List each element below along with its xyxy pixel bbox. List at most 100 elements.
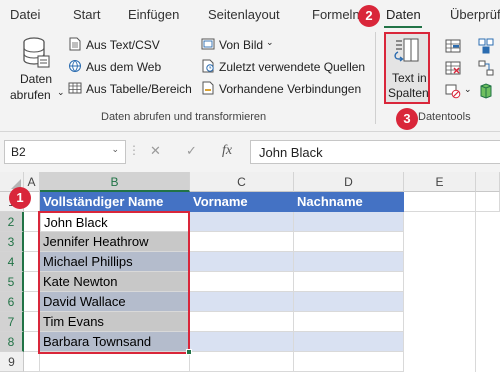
flash-fill-icon[interactable] bbox=[445, 38, 461, 54]
table-cell-first-name[interactable] bbox=[190, 212, 294, 232]
cell[interactable] bbox=[24, 292, 40, 312]
formula-buttons: ✕ ✓ fx bbox=[138, 140, 248, 164]
text-to-columns-button[interactable]: Text in Spalten bbox=[384, 32, 430, 104]
group-separator bbox=[375, 32, 376, 124]
table-header-last-name[interactable]: Nachname bbox=[294, 192, 404, 212]
table-cell-full-name[interactable]: Tim Evans bbox=[40, 312, 190, 332]
remove-duplicates-icon[interactable] bbox=[445, 60, 461, 76]
formula-value: John Black bbox=[259, 145, 323, 160]
tab-formeln[interactable]: Formeln bbox=[312, 7, 360, 22]
cell[interactable] bbox=[294, 352, 404, 372]
cancel-icon[interactable]: ✕ bbox=[150, 143, 161, 159]
ribbon-tab-bar: Datei Start Einfügen Seitenlayout Formel… bbox=[0, 0, 500, 29]
tab-daten[interactable]: Daten bbox=[386, 7, 421, 22]
cell[interactable] bbox=[24, 272, 40, 292]
formula-input[interactable]: John Black bbox=[250, 140, 500, 164]
chevron-down-icon: ⌄ bbox=[464, 84, 472, 94]
row-header-2[interactable]: 2 bbox=[0, 212, 24, 232]
get-data-button[interactable]: Daten abrufen ⌄ bbox=[6, 34, 65, 104]
row-header-6[interactable]: 6 bbox=[0, 292, 24, 312]
table-cell-full-name[interactable]: David Wallace bbox=[40, 292, 190, 312]
column-header-d[interactable]: D bbox=[294, 172, 404, 192]
cell[interactable] bbox=[24, 312, 40, 332]
callout-2: 2 bbox=[358, 5, 380, 27]
table-cell-full-name[interactable]: John Black bbox=[40, 212, 190, 232]
insert-function-icon[interactable]: fx bbox=[222, 143, 232, 159]
name-box[interactable]: B2 ⌄ bbox=[4, 140, 126, 164]
cell[interactable] bbox=[190, 352, 294, 372]
row-header-7[interactable]: 7 bbox=[0, 312, 24, 332]
column-header-f[interactable] bbox=[476, 172, 500, 192]
row-header-8[interactable]: 8 bbox=[0, 332, 24, 352]
table-cell-last-name[interactable] bbox=[294, 292, 404, 312]
data-model-icon[interactable] bbox=[478, 83, 494, 99]
ribbon: Daten abrufen ⌄ Aus Text/CSV Aus dem Web… bbox=[0, 28, 500, 132]
table-cell-first-name[interactable] bbox=[190, 292, 294, 312]
row-header-5[interactable]: 5 bbox=[0, 272, 24, 292]
cell[interactable] bbox=[24, 252, 40, 272]
confirm-icon[interactable]: ✓ bbox=[186, 143, 197, 159]
table-cell-last-name[interactable] bbox=[294, 252, 404, 272]
table-cell-full-name[interactable]: Barbara Townsand bbox=[40, 332, 190, 352]
table-cell-last-name[interactable] bbox=[294, 232, 404, 252]
callout-3: 3 bbox=[396, 108, 418, 130]
from-text-csv-label: Aus Text/CSV bbox=[86, 38, 160, 52]
table-cell-first-name[interactable] bbox=[190, 332, 294, 352]
table-cell-first-name[interactable] bbox=[190, 272, 294, 292]
recent-sources-label: Zuletzt verwendete Quellen bbox=[219, 60, 366, 74]
cell[interactable] bbox=[404, 192, 476, 212]
tab-einfuegen[interactable]: Einfügen bbox=[128, 7, 179, 22]
column-header-b[interactable]: B bbox=[40, 172, 190, 192]
cell[interactable] bbox=[24, 332, 40, 352]
fill-handle[interactable] bbox=[186, 349, 192, 355]
worksheet-grid: A B C D E 1 2 3 4 5 6 7 8 9 Vollständige… bbox=[0, 172, 500, 372]
table-header-first-name[interactable]: Vorname bbox=[190, 192, 294, 212]
formula-bar: B2 ⌄ ⋮ ✕ ✓ fx John Black bbox=[0, 132, 500, 172]
tab-seitenlayout[interactable]: Seitenlayout bbox=[208, 7, 280, 22]
row-header-9[interactable]: 9 bbox=[0, 352, 24, 372]
table-cell-first-name[interactable] bbox=[190, 252, 294, 272]
consolidate-icon[interactable] bbox=[478, 38, 494, 54]
table-cell-last-name[interactable] bbox=[294, 212, 404, 232]
table-cell-last-name[interactable] bbox=[294, 332, 404, 352]
data-validation-icon[interactable] bbox=[445, 83, 461, 99]
table-cell-full-name[interactable]: Jennifer Heathrow bbox=[40, 232, 190, 252]
cell[interactable] bbox=[40, 352, 190, 372]
tab-ueberpruefen[interactable]: Überprüfen bbox=[450, 7, 500, 22]
chevron-down-icon: ⌄ bbox=[111, 144, 119, 154]
group-label-data-tools: Datentools bbox=[418, 111, 471, 123]
table-cell-first-name[interactable] bbox=[190, 312, 294, 332]
table-cell-full-name[interactable]: Michael Phillips bbox=[40, 252, 190, 272]
cell[interactable] bbox=[24, 352, 40, 372]
database-icon bbox=[23, 37, 50, 68]
existing-connections-label: Vorhandene Verbindungen bbox=[219, 82, 362, 96]
recent-sources-button[interactable]: Zuletzt verwendete Quellen bbox=[201, 58, 371, 76]
text-file-icon bbox=[69, 37, 81, 51]
table-cell-last-name[interactable] bbox=[294, 272, 404, 292]
cell[interactable] bbox=[404, 212, 476, 372]
from-web-button[interactable]: Aus dem Web bbox=[68, 58, 188, 76]
from-web-label: Aus dem Web bbox=[86, 60, 162, 74]
existing-connections-button[interactable]: Vorhandene Verbindungen bbox=[201, 80, 371, 98]
table-header-full-name[interactable]: Vollständiger Name bbox=[40, 192, 190, 212]
cell[interactable] bbox=[24, 212, 40, 232]
chevron-down-icon: ⌄ bbox=[266, 37, 274, 47]
tab-datei[interactable]: Datei bbox=[10, 7, 40, 22]
column-header-c[interactable]: C bbox=[190, 172, 294, 192]
column-header-e[interactable]: E bbox=[404, 172, 476, 192]
from-table-range-button[interactable]: Aus Tabelle/Bereich bbox=[68, 80, 194, 98]
row-header-3[interactable]: 3 bbox=[0, 232, 24, 252]
relationships-icon[interactable] bbox=[478, 60, 494, 76]
cell[interactable] bbox=[24, 232, 40, 252]
table-cell-full-name[interactable]: Kate Newton bbox=[40, 272, 190, 292]
table-icon bbox=[68, 82, 82, 94]
from-text-csv-button[interactable]: Aus Text/CSV bbox=[68, 36, 188, 54]
from-picture-button[interactable]: Von Bild ⌄ bbox=[201, 36, 281, 54]
tab-start[interactable]: Start bbox=[73, 7, 100, 22]
cell[interactable] bbox=[476, 192, 500, 212]
table-cell-last-name[interactable] bbox=[294, 312, 404, 332]
name-box-value: B2 bbox=[11, 145, 26, 159]
table-cell-first-name[interactable] bbox=[190, 232, 294, 252]
row-header-4[interactable]: 4 bbox=[0, 252, 24, 272]
connections-icon bbox=[202, 81, 214, 95]
